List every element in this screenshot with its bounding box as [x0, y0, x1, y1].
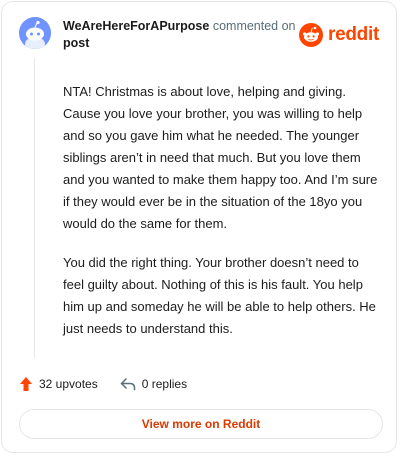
reddit-comment-card: WeAreHereForAPurpose commented on post r… [1, 1, 397, 453]
upvote-button[interactable]: 32 upvotes [19, 376, 98, 392]
reddit-alien-icon [299, 23, 324, 47]
comment-header: WeAreHereForAPurpose commented on post [63, 18, 303, 52]
thread-line [34, 58, 35, 358]
reply-arrow-icon [120, 378, 135, 391]
upvote-count: 32 upvotes [39, 377, 98, 391]
snoo-avatar-icon [19, 17, 51, 49]
reply-button[interactable]: 0 replies [120, 377, 187, 391]
post-link[interactable]: post [63, 36, 89, 50]
comment-paragraph: NTA! Christmas is about love, helping an… [63, 84, 378, 231]
upvote-arrow-icon [20, 377, 32, 391]
comment-body: NTA! Christmas is about love, helping an… [63, 81, 381, 357]
reddit-logo[interactable]: reddit [299, 23, 379, 47]
comment-paragraph: You did the right thing. Your brother do… [63, 255, 376, 336]
action-text: commented on [212, 19, 296, 33]
view-more-button[interactable]: View more on Reddit [19, 409, 383, 439]
user-avatar[interactable] [19, 17, 51, 49]
author-name[interactable]: WeAreHereForAPurpose [63, 19, 209, 33]
comment-actions: 32 upvotes 0 replies [19, 374, 209, 394]
reply-count: 0 replies [141, 377, 188, 391]
reddit-wordmark: reddit [328, 24, 379, 45]
